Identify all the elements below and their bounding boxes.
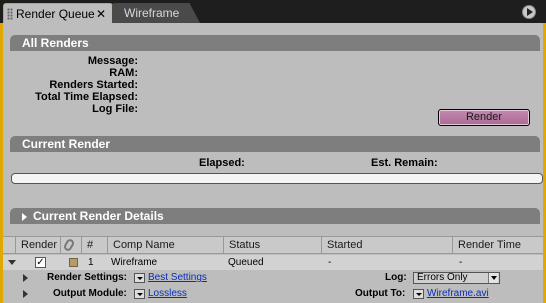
render-queue-panel: All Renders Message: RAM: Renders Starte… bbox=[0, 23, 546, 303]
elapsed-label: Elapsed: bbox=[199, 157, 245, 169]
output-module-link[interactable]: Lossless bbox=[148, 286, 187, 302]
render-settings-link[interactable]: Best Settings bbox=[148, 270, 207, 286]
paperclip-icon bbox=[62, 237, 76, 253]
output-to-link[interactable]: Wireframe.avi bbox=[427, 286, 489, 302]
play-arrow-icon bbox=[527, 8, 533, 16]
chevron-down-icon bbox=[137, 277, 143, 280]
column-header-status[interactable]: Status bbox=[223, 237, 321, 254]
render-checkbox[interactable]: ✓ bbox=[35, 257, 46, 268]
column-header-render[interactable]: Render bbox=[15, 237, 60, 254]
column-header-render-time[interactable]: Render Time bbox=[452, 237, 543, 254]
output-to-dropdown[interactable] bbox=[413, 289, 424, 299]
render-queue-item-row[interactable]: ✓ 1 Wireframe Queued - - bbox=[3, 255, 543, 270]
expand-triangle-icon[interactable] bbox=[22, 212, 27, 221]
render-settings-dropdown[interactable] bbox=[134, 273, 145, 283]
output-to-label: Output To: bbox=[355, 288, 406, 299]
details-title: Current Render Details bbox=[33, 209, 164, 223]
column-header-number[interactable]: # bbox=[81, 237, 105, 254]
message-label: Message: bbox=[87, 55, 138, 67]
tab-label: Render Queue bbox=[16, 7, 95, 21]
item-render-time: - bbox=[459, 257, 463, 268]
render-queue-window: Render Queue ✕ Wireframe All Renders Mes… bbox=[0, 0, 546, 303]
est-remain-label: Est. Remain: bbox=[371, 157, 438, 169]
collapse-triangle-icon[interactable] bbox=[8, 260, 16, 265]
item-started: - bbox=[328, 257, 332, 268]
item-number: 1 bbox=[88, 257, 94, 268]
tab-label: Wireframe bbox=[124, 6, 180, 20]
chevron-down-icon bbox=[416, 293, 422, 296]
expand-triangle-icon[interactable] bbox=[23, 274, 28, 282]
total-time-elapsed-label: Total Time Elapsed: bbox=[35, 91, 138, 103]
item-status: Queued bbox=[228, 257, 264, 268]
render-queue-table-header: Render # Comp Name Status Started Render… bbox=[3, 236, 543, 254]
chevron-down-icon bbox=[488, 273, 498, 283]
item-comp-name: Wireframe bbox=[111, 257, 158, 268]
render-settings-label: Render Settings: bbox=[47, 272, 128, 283]
log-label: Log: bbox=[385, 272, 407, 283]
output-module-row: Output Module: Lossless Output To: Wiref… bbox=[3, 286, 543, 302]
render-settings-row: Render Settings: Best Settings Log: Erro… bbox=[3, 270, 543, 286]
ram-label: RAM: bbox=[109, 67, 138, 79]
log-file-label: Log File: bbox=[92, 103, 138, 115]
expand-triangle-icon[interactable] bbox=[23, 290, 28, 298]
tab-strip: Render Queue ✕ Wireframe bbox=[0, 0, 546, 23]
log-select-value: Errors Only bbox=[417, 272, 468, 283]
output-module-label: Output Module: bbox=[53, 288, 127, 299]
panel-menu-icon[interactable] bbox=[522, 5, 536, 19]
all-renders-info: Message: RAM: Renders Started: Total Tim… bbox=[3, 55, 138, 115]
close-icon[interactable]: ✕ bbox=[96, 4, 106, 24]
all-renders-header: All Renders bbox=[10, 35, 540, 51]
column-header-label[interactable] bbox=[60, 237, 80, 254]
render-button[interactable]: Render bbox=[438, 109, 530, 126]
log-select[interactable]: Errors Only bbox=[413, 272, 500, 284]
current-render-header: Current Render bbox=[10, 136, 540, 152]
drag-grip-icon[interactable] bbox=[7, 8, 13, 20]
current-render-details-header[interactable]: Current Render Details bbox=[10, 208, 540, 224]
tab-render-queue[interactable]: Render Queue ✕ bbox=[3, 3, 113, 23]
output-module-dropdown[interactable] bbox=[134, 289, 145, 299]
renders-started-label: Renders Started: bbox=[49, 79, 138, 91]
label-color-swatch[interactable] bbox=[69, 258, 78, 267]
render-progress-bar bbox=[11, 173, 543, 184]
column-header-started[interactable]: Started bbox=[321, 237, 451, 254]
tab-wireframe[interactable]: Wireframe bbox=[112, 3, 200, 23]
chevron-down-icon bbox=[137, 293, 143, 296]
column-header-comp-name[interactable]: Comp Name bbox=[107, 237, 223, 254]
